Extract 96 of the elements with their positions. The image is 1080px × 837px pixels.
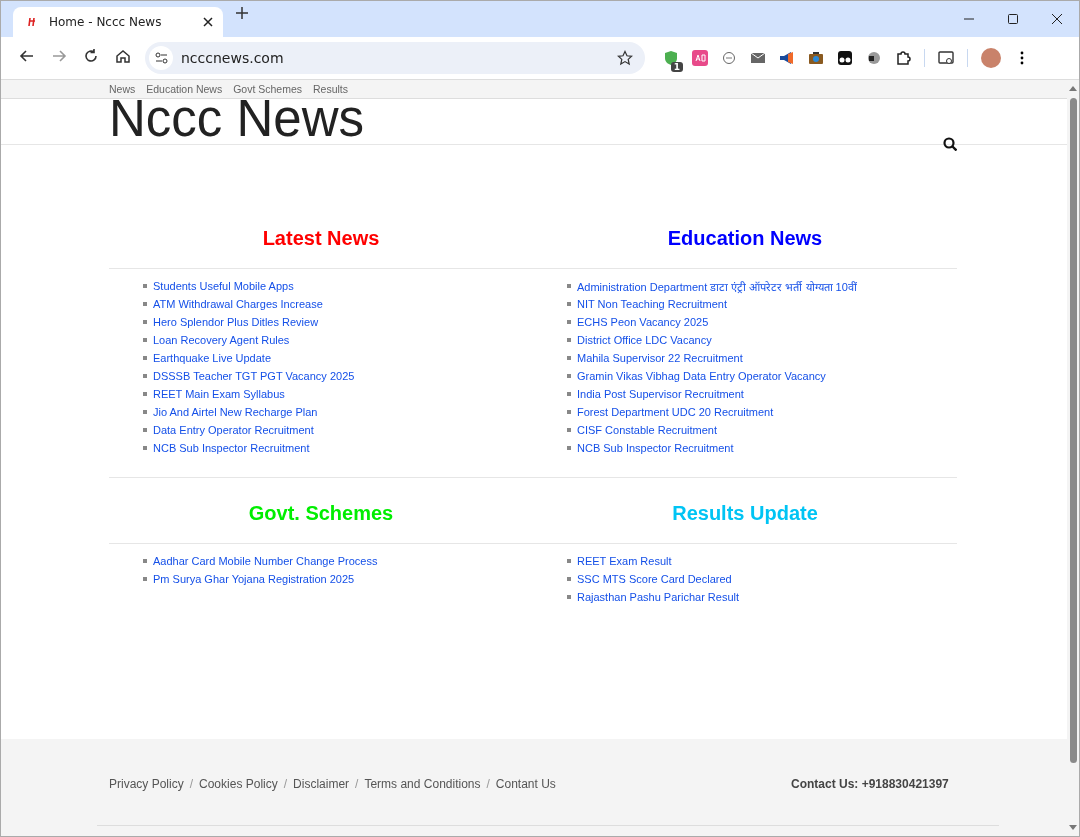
article-link[interactable]: Earthquake Live Update xyxy=(153,352,272,364)
article-link[interactable]: SSC MTS Score Card Declared xyxy=(577,573,732,585)
nav-link[interactable]: Govt Schemes xyxy=(233,83,302,95)
extensions-icon[interactable] xyxy=(895,50,911,66)
mail-icon[interactable] xyxy=(750,50,766,66)
bullet-icon xyxy=(143,284,147,288)
search-tab-icon[interactable] xyxy=(938,50,954,66)
profile-avatar[interactable] xyxy=(981,48,1001,68)
section-heading: Latest News xyxy=(261,226,381,251)
home-icon[interactable] xyxy=(115,48,131,64)
bullet-icon xyxy=(143,302,147,306)
footer-link[interactable]: Terms and Conditions xyxy=(364,777,481,791)
bullet-icon xyxy=(567,302,571,306)
site-settings-icon[interactable] xyxy=(154,51,168,65)
separator-text: / xyxy=(283,777,288,791)
extension-badge: 1 xyxy=(670,62,683,72)
bullet-icon xyxy=(567,446,571,450)
article-link[interactable]: NCB Sub Inspector Recruitment xyxy=(153,442,310,454)
maximize-icon[interactable] xyxy=(1007,13,1019,25)
bullet-icon xyxy=(567,577,571,581)
bullet-icon xyxy=(567,374,571,378)
bullet-icon xyxy=(143,428,147,432)
bullet-icon xyxy=(567,410,571,414)
nav-link[interactable]: Education News xyxy=(146,83,223,95)
forward-icon[interactable] xyxy=(51,48,67,64)
bullet-icon xyxy=(567,392,571,396)
bullet-icon xyxy=(567,356,571,360)
section-heading: Govt. Schemes xyxy=(247,501,395,526)
footer-link[interactable]: Privacy Policy xyxy=(109,777,184,791)
search-icon[interactable] xyxy=(943,137,957,151)
scroll-down-icon[interactable] xyxy=(1068,824,1078,832)
contact-text: Contact Us: +918830421397 xyxy=(791,777,949,791)
bullet-icon xyxy=(143,577,147,581)
megaphone-icon[interactable] xyxy=(779,50,795,66)
footer-link[interactable]: Disclaimer xyxy=(293,777,350,791)
nav-link[interactable]: News xyxy=(109,83,136,95)
article-link[interactable]: Forest Department UDC 20 Recruitment xyxy=(577,406,774,418)
site-logo[interactable]: Nccc News xyxy=(109,96,365,141)
bullet-icon xyxy=(143,410,147,414)
separator-text: / xyxy=(189,777,194,791)
scrollbar-thumb[interactable] xyxy=(1069,98,1077,763)
article-link[interactable]: District Office LDC Vacancy xyxy=(577,334,712,346)
glasses-icon[interactable] xyxy=(837,50,853,66)
article-link[interactable]: ATM Withdrawal Charges Increase xyxy=(153,298,323,310)
close-icon[interactable] xyxy=(1051,13,1063,25)
bullet-icon xyxy=(567,595,571,599)
camera-icon[interactable] xyxy=(808,50,824,66)
article-link[interactable]: Mahila Supervisor 22 Recruitment xyxy=(577,352,743,364)
bullet-icon xyxy=(567,428,571,432)
article-link[interactable]: Data Entry Operator Recruitment xyxy=(153,424,314,436)
new-tab-icon[interactable] xyxy=(235,6,249,20)
url-text: ncccnews.com xyxy=(181,50,285,66)
footer-link[interactable]: Contant Us xyxy=(495,777,556,791)
bullet-icon xyxy=(143,392,147,396)
section-heading: Results Update xyxy=(671,501,819,526)
article-link[interactable]: Rajasthan Pashu Parichar Result xyxy=(577,591,740,603)
bullet-icon xyxy=(143,559,147,563)
article-link[interactable]: Gramin Vikas Vibhag Data Entry Operator Vacancy xyxy=(577,370,826,382)
address-bar[interactable]: ncccnews.com xyxy=(145,42,645,74)
bullet-icon xyxy=(143,338,147,342)
reload-icon[interactable] xyxy=(83,48,99,64)
article-link[interactable]: DSSSB Teacher TGT PGT Vacancy 2025 xyxy=(153,370,355,382)
separator-text: / xyxy=(486,777,490,791)
article-link[interactable]: Hero Splendor Plus Ditles Review xyxy=(153,316,319,328)
article-link[interactable]: NCB Sub Inspector Recruitment xyxy=(577,442,734,454)
tab-title: Home - Nccc News xyxy=(49,15,163,29)
article-link[interactable]: Aadhar Card Mobile Number Change Process xyxy=(153,555,378,567)
bullet-icon xyxy=(567,559,571,563)
sphere-icon[interactable] xyxy=(866,50,882,66)
back-icon[interactable] xyxy=(19,48,35,64)
article-link[interactable]: Pm Surya Ghar Yojana Registration 2025 xyxy=(153,573,355,585)
bullet-icon xyxy=(143,374,147,378)
close-icon[interactable] xyxy=(201,15,215,29)
article-link[interactable]: ECHS Peon Vacancy 2025 xyxy=(577,316,709,328)
article-link[interactable]: CISF Constable Recruitment xyxy=(577,424,717,436)
nav-link[interactable]: Results xyxy=(313,83,349,95)
bullet-icon xyxy=(567,284,571,288)
article-link[interactable]: Administration Department डाटा एंट्री ऑपरेटर भर्ती योग्यता 10वीं xyxy=(577,278,857,294)
star-icon[interactable] xyxy=(617,50,633,66)
article-link[interactable]: REET Exam Result xyxy=(577,555,672,567)
bullet-icon xyxy=(567,320,571,324)
footer-link[interactable]: Cookies Policy xyxy=(199,777,278,791)
article-link[interactable]: NIT Non Teaching Recruitment xyxy=(577,298,727,310)
article-link[interactable]: India Post Supervisor Recruitment xyxy=(577,388,744,400)
scroll-up-icon[interactable] xyxy=(1068,84,1078,92)
article-link[interactable]: REET Main Exam Syllabus xyxy=(153,388,285,400)
section-heading: Education News xyxy=(666,226,824,251)
article-link[interactable]: Jio And Airtel New Recharge Plan xyxy=(153,406,318,418)
separator-text: / xyxy=(355,777,359,791)
bullet-icon xyxy=(567,338,571,342)
bullet-icon xyxy=(143,446,147,450)
bullet-icon xyxy=(143,356,147,360)
article-link[interactable]: Students Useful Mobile Apps xyxy=(153,280,294,292)
article-link[interactable]: Loan Recovery Agent Rules xyxy=(153,334,290,346)
bullet-icon xyxy=(143,320,147,324)
browser-tab[interactable]: Home - Nccc News xyxy=(13,7,223,37)
